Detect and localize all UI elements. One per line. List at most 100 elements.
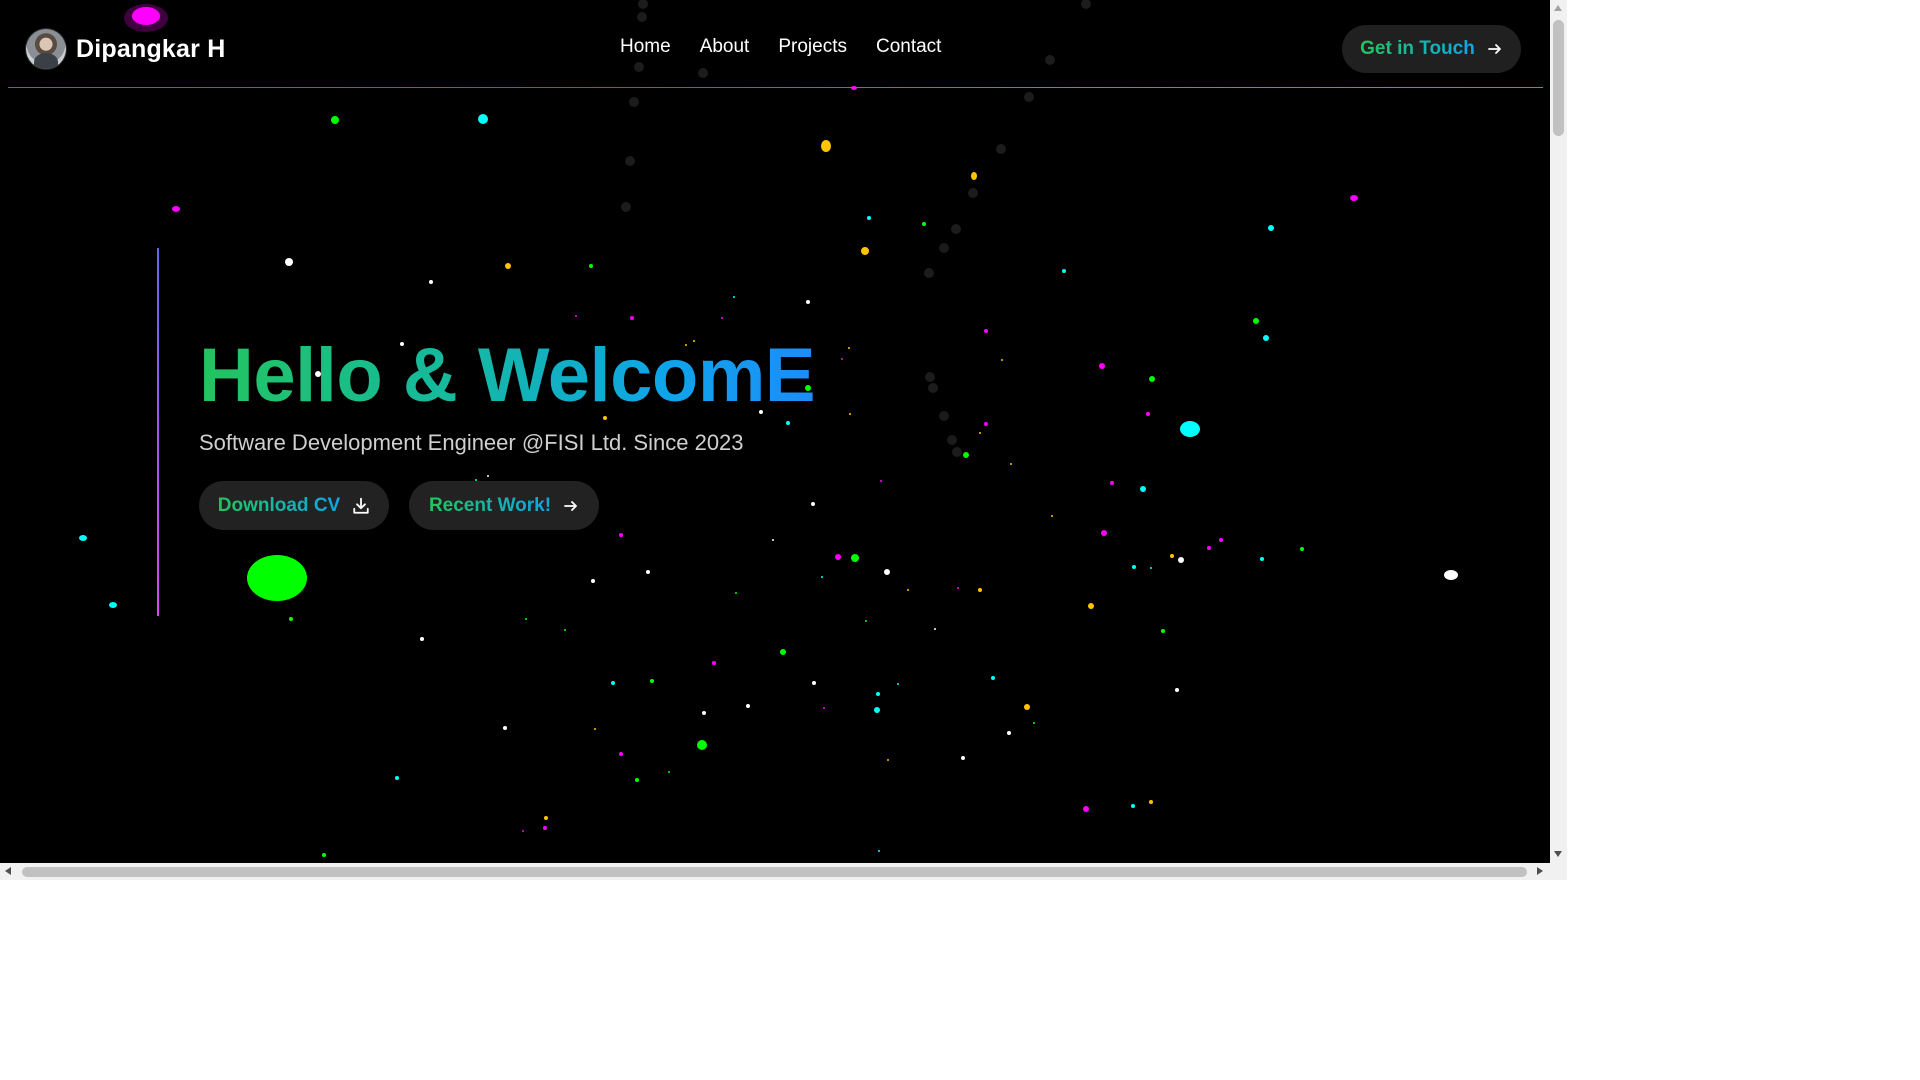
particle-trail-dot xyxy=(625,156,635,166)
scroll-down-icon[interactable] xyxy=(1554,851,1562,857)
particle-dot xyxy=(1268,225,1274,231)
particle-dot xyxy=(1149,376,1155,382)
particle-dot xyxy=(821,576,823,578)
download-cv-button[interactable]: Download CV xyxy=(199,481,389,530)
particle-dot xyxy=(823,707,825,709)
particle-trail-dot xyxy=(996,144,1006,154)
particle-dot xyxy=(780,649,786,655)
particle-trail-dot xyxy=(939,243,949,253)
nav-about-link[interactable]: About xyxy=(700,36,750,58)
particle-dot xyxy=(289,617,293,621)
particle-dot xyxy=(957,587,959,589)
particle-dot xyxy=(525,618,527,620)
page-viewport: Dipangkar H Home About Projects Contact … xyxy=(0,0,1550,863)
particle-dot xyxy=(984,329,988,333)
particle-dot xyxy=(505,263,511,269)
download-icon xyxy=(353,497,369,514)
particle-dot xyxy=(934,628,936,630)
particle-trail-dot xyxy=(621,202,631,212)
particle-dot xyxy=(79,535,87,541)
vertical-scroll-thumb[interactable] xyxy=(1553,20,1564,136)
recent-work-button[interactable]: Recent Work! xyxy=(409,481,599,530)
particle-dot xyxy=(1110,481,1114,485)
vertical-scrollbar[interactable] xyxy=(1550,0,1567,863)
get-in-touch-button[interactable]: Get in Touch xyxy=(1342,25,1521,73)
particle-dot xyxy=(1161,629,1165,633)
particle-dot xyxy=(172,206,180,212)
particle-dot xyxy=(821,140,831,152)
particle-trail-dot xyxy=(952,447,962,457)
horizontal-scroll-thumb[interactable] xyxy=(22,867,1527,877)
particle-dot xyxy=(420,637,424,641)
particle-dot xyxy=(1178,557,1184,563)
particle-dot xyxy=(247,555,307,601)
navbar: Dipangkar H Home About Projects Contact … xyxy=(0,0,1550,88)
nav-projects-link[interactable]: Projects xyxy=(778,36,847,58)
particle-dot xyxy=(971,172,977,180)
particle-dot xyxy=(961,756,965,760)
particle-dot xyxy=(897,683,899,685)
brand[interactable]: Dipangkar H xyxy=(26,29,225,69)
particle-dot xyxy=(478,114,488,124)
particle-dot xyxy=(1062,269,1066,273)
particle-dot xyxy=(772,539,774,541)
particle-dot xyxy=(991,676,995,680)
horizontal-scrollbar[interactable] xyxy=(0,863,1567,880)
particle-dot xyxy=(851,554,859,562)
particle-dot xyxy=(564,629,566,631)
particle-dot xyxy=(1350,195,1358,201)
particle-dot xyxy=(395,776,399,780)
particle-dot xyxy=(907,589,909,591)
particle-dot xyxy=(619,752,623,756)
particle-trail-dot xyxy=(939,411,949,421)
scroll-right-icon[interactable] xyxy=(1537,867,1543,875)
particle-dot xyxy=(811,502,815,506)
particle-trail-dot xyxy=(947,435,957,445)
particle-dot xyxy=(1253,318,1259,324)
particle-dot xyxy=(1051,515,1053,517)
scroll-up-icon[interactable] xyxy=(1554,5,1562,11)
particle-dot xyxy=(1207,546,1211,550)
particle-dot xyxy=(635,778,639,782)
particle-dot xyxy=(721,317,723,319)
particle-dot xyxy=(1170,554,1174,558)
particle-dot xyxy=(848,347,850,349)
particle-dot xyxy=(1180,421,1200,437)
avatar xyxy=(26,29,66,69)
recent-work-label: Recent Work! xyxy=(428,494,552,516)
hero-title: Hello & WelcomE xyxy=(199,330,816,422)
particle-dot xyxy=(841,358,843,360)
particle-dot xyxy=(1263,335,1269,341)
particle-dot xyxy=(544,816,548,820)
particle-dot xyxy=(1131,804,1135,808)
particle-trail-dot xyxy=(629,97,639,107)
particle-dot xyxy=(331,116,339,124)
particle-dot xyxy=(1033,722,1035,724)
nav-home-link[interactable]: Home xyxy=(620,36,671,58)
particle-dot xyxy=(978,588,982,592)
particle-dot xyxy=(1300,547,1304,551)
brand-name: Dipangkar H xyxy=(76,34,226,63)
particle-dot xyxy=(874,707,880,713)
particle-dot xyxy=(735,592,737,594)
nav-links: Home About Projects Contact xyxy=(620,36,941,58)
particle-dot xyxy=(630,316,634,320)
arrow-right-icon xyxy=(564,500,577,511)
nav-contact-link[interactable]: Contact xyxy=(876,36,941,58)
particle-dot xyxy=(733,296,735,298)
particle-dot xyxy=(884,569,890,575)
particle-dot xyxy=(1150,567,1152,569)
particle-trail-dot xyxy=(968,188,978,198)
particle-trail-dot xyxy=(925,372,935,382)
particle-trail-dot xyxy=(951,224,961,234)
particle-dot xyxy=(1101,530,1107,536)
particle-dot xyxy=(322,853,326,857)
particle-dot xyxy=(1444,570,1458,580)
particle-dot xyxy=(1140,486,1146,492)
particle-dot xyxy=(1132,565,1136,569)
scroll-left-icon[interactable] xyxy=(5,867,11,875)
particle-dot xyxy=(611,681,615,685)
particle-dot xyxy=(1024,704,1030,710)
particle-dot xyxy=(575,315,577,317)
particle-dot xyxy=(594,728,596,730)
